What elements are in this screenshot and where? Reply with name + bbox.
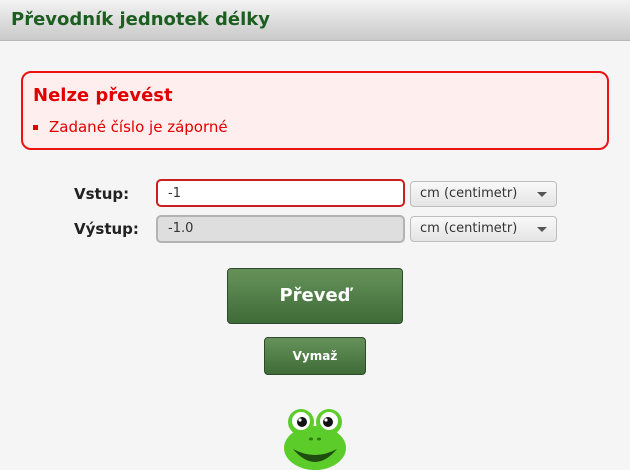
error-title: Nelze převést: [33, 85, 173, 106]
error-list: Zadané číslo je záporné: [33, 118, 228, 136]
frog-icon: [284, 409, 346, 470]
app-title: Převodník jednotek délky: [11, 9, 270, 30]
input-unit-value: cm (centimetr): [420, 186, 518, 201]
output-unit-value: cm (centimetr): [420, 221, 518, 236]
error-message: Zadané číslo je záporné: [33, 118, 228, 136]
error-message-text: Zadané číslo je záporné: [49, 118, 228, 136]
title-bar: Převodník jednotek délky: [0, 0, 630, 41]
input-unit-select[interactable]: cm (centimetr): [410, 181, 557, 207]
error-panel: Nelze převést Zadané číslo je záporné: [21, 71, 609, 150]
input-label: Vstup:: [74, 185, 130, 203]
chevron-down-icon: [537, 192, 547, 197]
chevron-down-icon: [537, 227, 547, 232]
clear-button[interactable]: Vymaž: [264, 337, 366, 375]
convert-button[interactable]: Převeď: [227, 268, 403, 324]
bullet-icon: [33, 125, 38, 130]
output-field: -1.0: [156, 215, 405, 243]
output-label: Výstup:: [74, 220, 139, 238]
output-unit-select[interactable]: cm (centimetr): [410, 216, 557, 242]
input-field[interactable]: [156, 179, 405, 207]
